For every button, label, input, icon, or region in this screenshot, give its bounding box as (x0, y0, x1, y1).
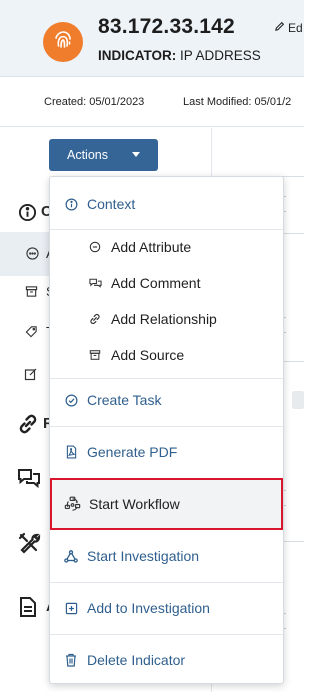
share-nodes-icon (64, 549, 78, 563)
indicator-title: 83.172.33.142 (98, 15, 235, 38)
menu-item-label: Create Task (87, 392, 162, 408)
indicator-type-label: INDICATOR: (98, 48, 177, 63)
sidebar-selected-row[interactable] (0, 232, 50, 276)
content-chip (292, 391, 304, 409)
archive-icon (25, 285, 38, 303)
info-icon (18, 203, 37, 227)
info-circle-icon (64, 197, 78, 211)
menu-item-delete-indicator[interactable]: Delete Indicator (50, 647, 283, 673)
tools-icon (17, 531, 41, 560)
created-date: Created: 05/01/2023 (44, 96, 145, 108)
menu-item-start-investigation[interactable]: Start Investigation (50, 543, 283, 569)
menu-item-label: Add to Investigation (87, 600, 210, 616)
menu-item-label: Start Investigation (87, 548, 200, 564)
document-icon (19, 596, 37, 623)
menu-item-add-comment[interactable]: Add Comment (50, 270, 283, 296)
menu-divider (50, 426, 283, 427)
menu-item-label: Generate PDF (87, 444, 178, 460)
indicator-avatar (43, 22, 83, 62)
edit-square-icon (24, 367, 38, 386)
menu-divider (50, 229, 283, 230)
actions-dropdown-button[interactable]: Actions (49, 139, 158, 171)
actions-label: Actions (67, 148, 108, 162)
menu-item-label: Context (87, 196, 136, 212)
minus-circle-icon (88, 240, 102, 254)
menu-divider (50, 634, 283, 635)
actions-menu: Context Add Attribute Add Comment Add Re… (49, 176, 284, 684)
menu-item-add-to-investigation[interactable]: Add to Investigation (50, 595, 283, 621)
menu-item-add-source[interactable]: Add Source (50, 342, 283, 368)
indicator-type-value: IP ADDRESS (180, 48, 261, 63)
menu-divider (50, 378, 283, 379)
indicator-type-line: INDICATOR: IP ADDRESS (98, 48, 261, 63)
menu-item-generate-pdf[interactable]: Generate PDF (50, 439, 283, 465)
tag-icon (25, 325, 38, 343)
trash-icon (64, 653, 78, 667)
menu-item-add-attribute[interactable]: Add Attribute (50, 234, 283, 260)
menu-item-label: Add Comment (111, 275, 201, 291)
caret-down-icon (132, 152, 140, 157)
file-pdf-icon (64, 445, 78, 459)
check-circle-icon (64, 393, 78, 407)
edit-label: Ed (288, 21, 303, 35)
menu-item-label: Add Source (111, 347, 185, 363)
workflow-icon (64, 496, 81, 513)
last-modified-date: Last Modified: 05/01/2 (183, 96, 292, 108)
menu-divider (50, 582, 283, 583)
menu-item-label: Delete Indicator (87, 652, 186, 668)
indicator-header: 83.172.33.142 INDICATOR: IP ADDRESS Ed (0, 0, 304, 77)
comments-icon (88, 276, 102, 290)
link-icon (17, 413, 39, 440)
chat-bubbles-icon (16, 466, 42, 495)
menu-item-label: Add Relationship (111, 311, 217, 327)
plus-square-icon (64, 601, 78, 615)
menu-item-label: Start Workflow (89, 496, 180, 512)
menu-item-create-task[interactable]: Create Task (50, 387, 283, 413)
link-small-icon (88, 312, 102, 326)
menu-item-context[interactable]: Context (50, 191, 283, 217)
edit-button[interactable]: Ed (274, 21, 303, 35)
menu-item-add-relationship[interactable]: Add Relationship (50, 306, 283, 332)
menu-item-label: Add Attribute (111, 239, 192, 255)
comment-dots-icon (26, 247, 39, 265)
fingerprint-icon (52, 29, 74, 56)
dates-bar: Created: 05/01/2023 Last Modified: 05/01… (0, 78, 304, 127)
menu-item-start-workflow[interactable]: Start Workflow (50, 491, 283, 517)
archive-box-icon (88, 348, 102, 362)
pencil-icon (274, 21, 285, 35)
